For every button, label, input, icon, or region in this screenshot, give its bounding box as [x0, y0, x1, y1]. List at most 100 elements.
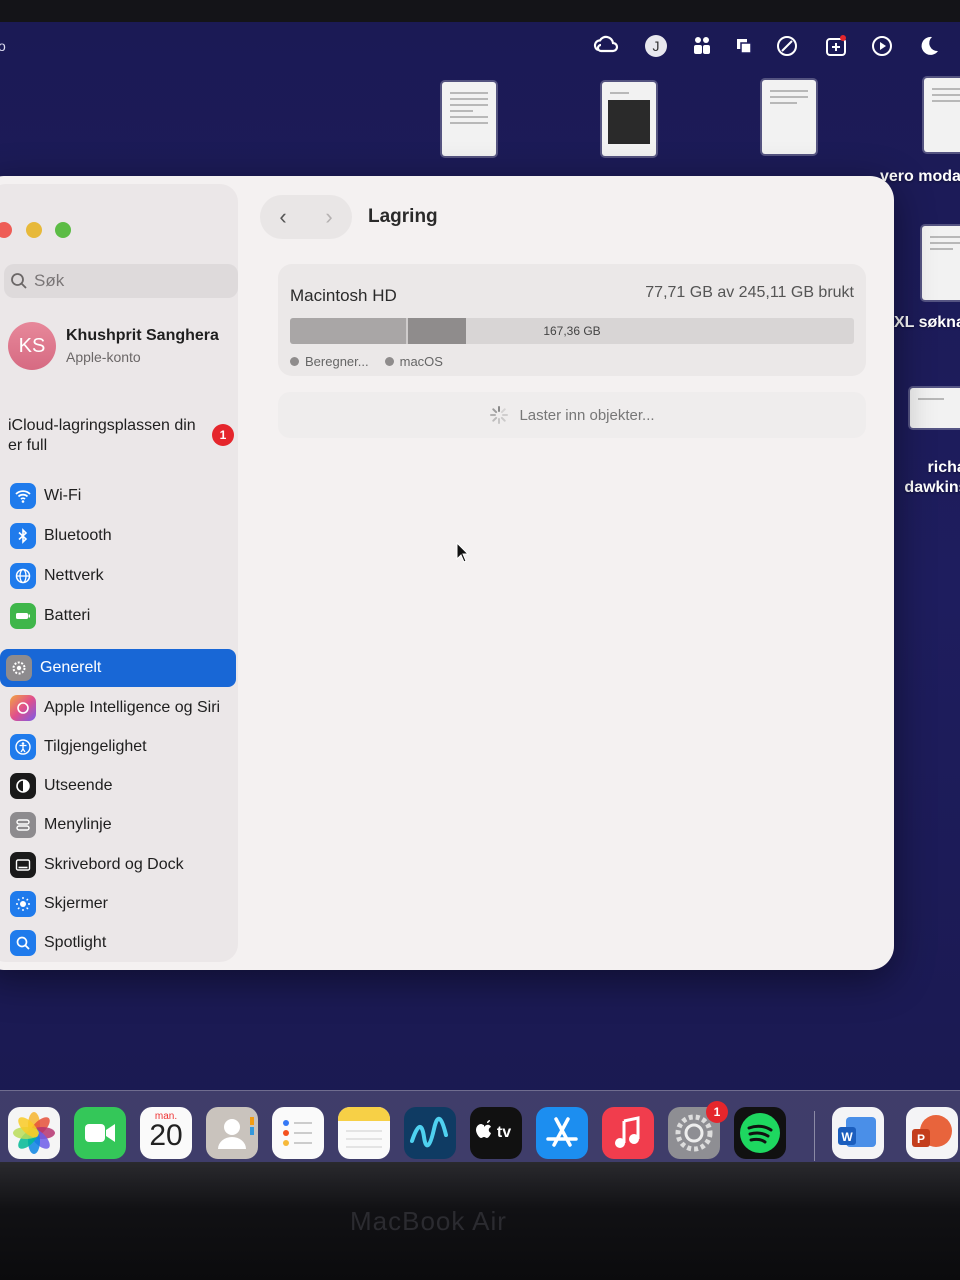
sidebar-item-spotlight[interactable]: Spotlight — [4, 924, 246, 962]
desktop-file-thumbnail[interactable] — [602, 82, 656, 156]
calendar-app-icon[interactable]: man. 20 — [140, 1107, 192, 1159]
desktop-file-label[interactable]: richar dawkins. — [892, 458, 960, 498]
disk-storage-card: Macintosh HD 77,71 GB av 245,11 GB brukt… — [278, 264, 866, 376]
stack-icon[interactable] — [730, 32, 758, 60]
notification-badge: 1 — [212, 424, 234, 446]
forward-button[interactable]: › — [325, 204, 332, 230]
zoom-window-button[interactable] — [55, 222, 71, 238]
legend-dot — [290, 357, 299, 366]
sidebar-item-label: Skrivebord og Dock — [44, 856, 184, 873]
powerpoint-letter: P — [917, 1132, 925, 1146]
sidebar-item-label: Apple Intelligence og Siri — [44, 699, 221, 716]
bluetooth-icon — [10, 523, 36, 549]
minimize-window-button[interactable] — [26, 222, 42, 238]
close-window-button[interactable] — [0, 222, 12, 238]
sidebar-item-network[interactable]: Nettverk — [4, 557, 246, 595]
sidebar: Søk KS Khushprit Sanghera Apple-konto iC… — [0, 184, 238, 962]
freeform-app-icon[interactable] — [404, 1107, 456, 1159]
sidebar-item-label: Wi-Fi — [44, 487, 82, 504]
storage-bar: 167,36 GB — [290, 318, 854, 344]
facetime-app-icon[interactable] — [74, 1107, 126, 1159]
powerpoint-app-icon[interactable]: P — [906, 1107, 958, 1159]
paint-icon[interactable] — [773, 32, 801, 60]
sidebar-item-menu-bar[interactable]: Menylinje — [4, 806, 246, 844]
sidebar-item-label: Utseende — [44, 777, 113, 794]
music-app-icon[interactable] — [602, 1107, 654, 1159]
spotlight-icon — [10, 930, 36, 956]
user-letter: J — [653, 38, 660, 54]
spotify-app-icon[interactable] — [734, 1107, 786, 1159]
desktop-file-thumbnail[interactable] — [442, 82, 496, 156]
loading-objects-row: Laster inn objekter... — [278, 392, 866, 438]
disk-usage-text: 77,71 GB av 245,11 GB brukt — [645, 284, 854, 301]
word-app-icon[interactable]: W — [832, 1107, 884, 1159]
tv-label: tv — [497, 1124, 511, 1141]
calendar-day: 20 — [149, 1119, 183, 1152]
app-store-icon[interactable] — [536, 1107, 588, 1159]
sidebar-item-label: Nettverk — [44, 567, 104, 584]
icloud-storage-notice[interactable]: iCloud-lagringsplassen din er full 1 — [8, 416, 234, 456]
contacts-app-icon[interactable] — [206, 1107, 258, 1159]
first-aid-icon[interactable] — [822, 32, 850, 60]
storage-legend: Beregner... macOS — [290, 354, 459, 369]
menu-bar-edge-glyph: o — [0, 38, 6, 54]
sidebar-item-label: Tilgjengelighet — [44, 738, 147, 755]
desktop-file-thumbnail[interactable] — [922, 226, 960, 300]
search-icon — [11, 273, 27, 289]
battery-icon — [10, 603, 36, 629]
brightness-icon — [10, 891, 36, 917]
sidebar-item-label: Skjermer — [44, 895, 109, 912]
desktop-file-label[interactable]: XL søkna — [894, 314, 960, 332]
apple-tv-app-icon[interactable]: tv — [470, 1107, 522, 1159]
creative-cloud-icon[interactable] — [592, 32, 620, 60]
desktop: o J vero moda XL søkna rich dawkin Søk K… — [0, 22, 960, 1162]
storage-free-text: 167,36 GB — [543, 324, 601, 338]
accessibility-icon — [10, 734, 36, 760]
sidebar-item-wifi[interactable]: Wi-Fi — [4, 477, 246, 515]
moon-icon[interactable] — [915, 32, 943, 60]
macbook-label: MacBook Air — [350, 1206, 507, 1236]
back-button[interactable]: ‹ — [279, 204, 286, 230]
gear-icon — [6, 655, 32, 681]
menu-bar-icon — [10, 812, 36, 838]
sidebar-item-apple-intelligence[interactable]: Apple Intelligence og Siri — [4, 689, 246, 727]
sidebar-search-input[interactable]: Søk — [4, 264, 238, 298]
icloud-notice-text: iCloud-lagringsplassen din er full — [8, 417, 196, 454]
sidebar-item-displays[interactable]: Skjermer — [4, 885, 246, 923]
account-name: Khushprit Sanghera — [66, 327, 219, 344]
spinner-icon — [490, 406, 509, 424]
toolbar: ‹ › Lagring — [260, 192, 438, 242]
siri-icon — [10, 695, 36, 721]
notes-app-icon[interactable] — [338, 1107, 390, 1159]
user-j-icon[interactable]: J — [642, 32, 670, 60]
sidebar-item-label: Generelt — [40, 659, 102, 676]
apple-account-row[interactable]: KS Khushprit Sanghera Apple-konto — [8, 322, 219, 370]
sidebar-item-desktop-dock[interactable]: Skrivebord og Dock — [4, 846, 246, 884]
play-icon[interactable] — [868, 32, 896, 60]
desktop-file-thumbnail[interactable] — [910, 388, 960, 428]
sidebar-item-bluetooth[interactable]: Bluetooth — [4, 517, 246, 555]
sidebar-item-battery[interactable]: Batteri — [4, 597, 246, 635]
sidebar-item-accessibility[interactable]: Tilgjengelighet — [4, 728, 246, 766]
legend-macos: macOS — [399, 354, 443, 369]
wifi-icon — [10, 483, 36, 509]
word-letter: W — [841, 1130, 853, 1144]
appearance-icon — [10, 773, 36, 799]
sidebar-item-label: Spotlight — [44, 934, 107, 951]
navigation-buttons: ‹ › — [260, 195, 352, 239]
notification-badge: 1 — [706, 1101, 728, 1123]
loading-text: Laster inn objekter... — [519, 406, 655, 424]
menu-bar: o J — [0, 22, 960, 68]
desktop-file-label[interactable]: vero moda — [880, 168, 960, 186]
sidebar-item-label: Batteri — [44, 607, 91, 624]
reminders-app-icon[interactable] — [272, 1107, 324, 1159]
mouse-cursor-icon — [456, 542, 470, 563]
sidebar-item-appearance[interactable]: Utseende — [4, 767, 246, 805]
sidebar-item-general[interactable]: Generelt — [0, 649, 236, 687]
desktop-file-thumbnail[interactable] — [762, 80, 816, 154]
screen-bezel-top — [0, 0, 960, 22]
globe-icon — [10, 563, 36, 589]
desktop-file-thumbnail[interactable] — [924, 78, 960, 152]
photos-app-icon[interactable] — [8, 1107, 60, 1159]
people-icon[interactable] — [688, 32, 716, 60]
